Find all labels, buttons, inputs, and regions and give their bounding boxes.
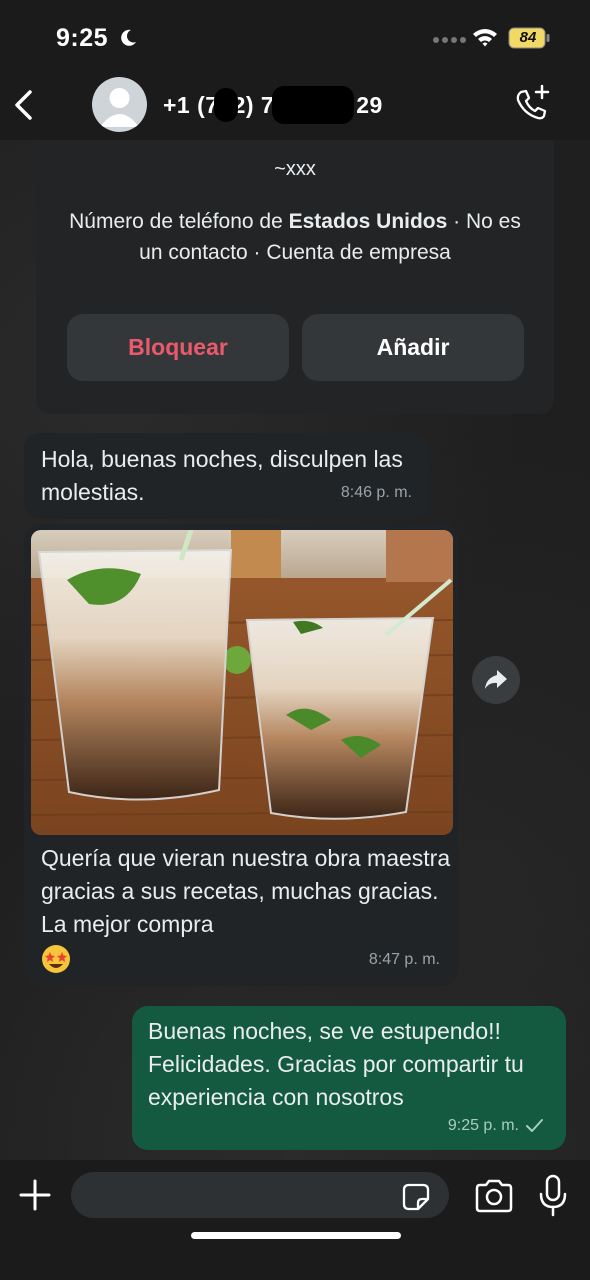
message-time-row: 9:25 p. m.	[448, 1109, 544, 1142]
signal-dots-icon	[433, 37, 466, 43]
status-time: 9:25	[56, 24, 109, 52]
back-chevron-icon[interactable]	[10, 86, 38, 124]
contact-name-prefix: +1 (7	[163, 92, 219, 118]
message-input[interactable]	[71, 1172, 449, 1218]
redaction-mark	[214, 88, 238, 122]
microphone-icon[interactable]	[538, 1174, 568, 1218]
contact-name-mid: 2) 7	[232, 92, 275, 118]
wifi-icon	[473, 29, 497, 47]
business-name: ~xxx	[274, 158, 316, 180]
plus-icon[interactable]	[18, 1178, 52, 1212]
status-bar: 9:25 84	[0, 0, 590, 78]
star-struck-emoji	[42, 944, 70, 973]
chat-header: +1 (7 2) 7 29	[0, 70, 590, 140]
contact-name-suffix: 29	[356, 92, 383, 118]
message-time: 9:25 p. m.	[447, 1117, 519, 1134]
info-country: Estados Unidos	[288, 210, 448, 233]
input-bar	[0, 1160, 590, 1280]
add-contact-button[interactable]: Añadir	[302, 314, 524, 381]
sticker-icon[interactable]	[401, 1182, 431, 1212]
business-info-text: Número de teléfono de Estados Unidos · N…	[56, 206, 534, 268]
message-time: 8:46 p. m.	[340, 484, 412, 501]
cocktails-photo	[31, 530, 453, 835]
camera-icon[interactable]	[474, 1178, 514, 1214]
block-button[interactable]: Bloquear	[67, 314, 289, 381]
add-call-icon[interactable]	[512, 84, 552, 124]
battery-level: 84	[519, 29, 537, 46]
message-text: Buenas noches, se ve estupendo!! Felicid…	[148, 1018, 524, 1110]
forward-button[interactable]	[472, 656, 520, 704]
avatar-placeholder-icon	[100, 88, 139, 127]
message-photo[interactable]	[31, 530, 453, 835]
info-text-part1: Número de teléfono de	[69, 210, 289, 233]
home-indicator[interactable]	[191, 1232, 401, 1239]
message-text-content: Quería que vieran nuestra obra maestra g…	[41, 845, 451, 937]
incoming-photo-message[interactable]: Quería que vieran nuestra obra maestra g…	[24, 524, 458, 986]
moon-icon	[121, 29, 136, 46]
avatar[interactable]	[92, 77, 147, 132]
outgoing-message[interactable]: Buenas noches, se ve estupendo!! Felicid…	[132, 1006, 566, 1150]
sent-check-icon	[526, 1118, 543, 1132]
message-time: 8:47 p. m.	[368, 951, 440, 968]
incoming-message[interactable]: Hola, buenas noches, disculpen las moles…	[24, 433, 430, 519]
redaction-mark	[272, 86, 354, 124]
business-info-card: ~xxx Número de teléfono de Estados Unido…	[36, 140, 554, 414]
forward-arrow-icon	[485, 670, 507, 689]
